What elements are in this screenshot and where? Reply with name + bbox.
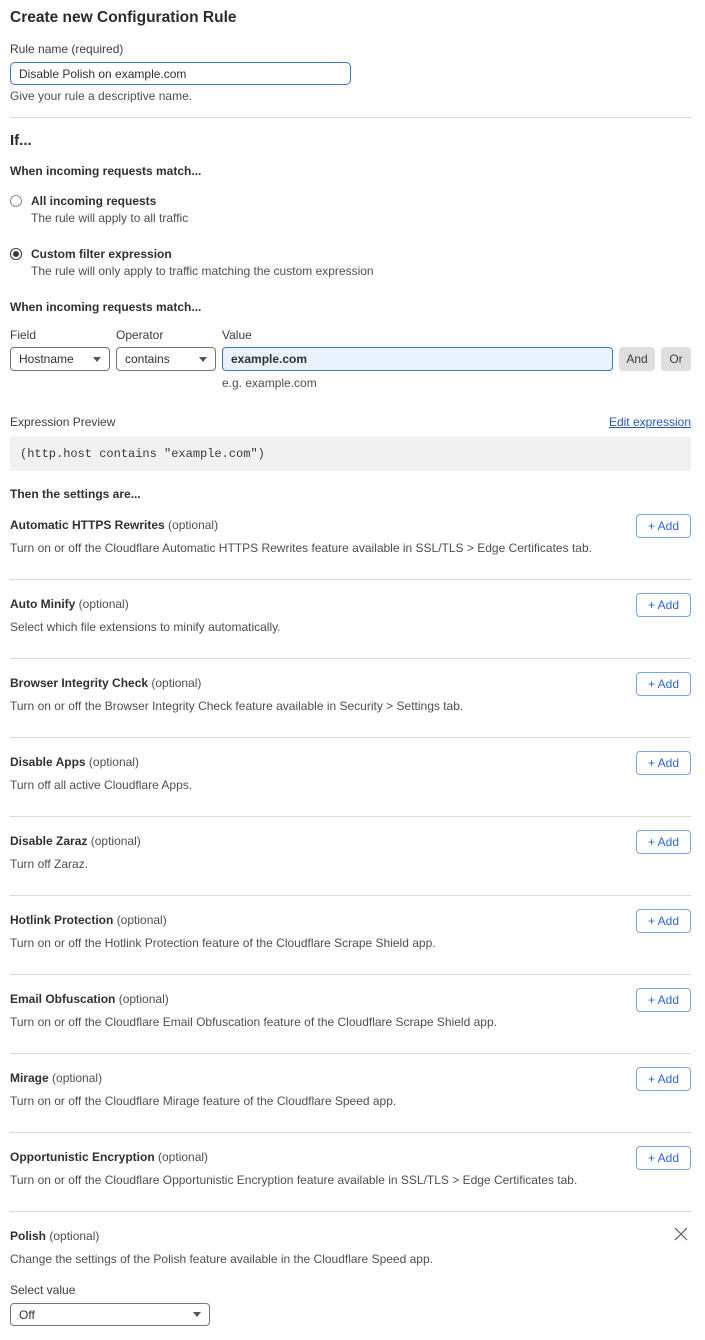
add-opportunistic-encryption-button[interactable]: + Add	[636, 1146, 691, 1170]
value-label: Value	[222, 328, 613, 342]
polish-value-select[interactable]: Off	[10, 1303, 210, 1326]
setting-description: Turn off all active Cloudflare Apps.	[10, 778, 691, 792]
and-button[interactable]: And	[619, 347, 655, 371]
setting-description: Turn on or off the Cloudflare Mirage fea…	[10, 1094, 691, 1108]
setting-description: Change the settings of the Polish featur…	[10, 1252, 691, 1266]
optional-label: (optional)	[168, 518, 218, 532]
setting-title: Auto Minify	[10, 597, 75, 611]
optional-label: (optional)	[79, 597, 129, 611]
setting-title: Email Obfuscation	[10, 992, 115, 1006]
optional-label: (optional)	[151, 676, 201, 690]
radio-unselected-icon[interactable]	[10, 195, 22, 207]
rule-name-label: Rule name (required)	[10, 42, 691, 56]
expression-preview-code: (http.host contains "example.com")	[10, 437, 691, 471]
operator-select[interactable]: contains	[116, 347, 216, 371]
optional-label: (optional)	[117, 913, 167, 927]
setting-description: Turn on or off the Browser Integrity Che…	[10, 699, 691, 713]
close-icon	[674, 1227, 688, 1241]
optional-label: (optional)	[49, 1229, 99, 1243]
add-automatic-https-rewrites-button[interactable]: + Add	[636, 514, 691, 538]
field-select[interactable]: Hostname	[10, 347, 110, 371]
match-type-radio-group: All incoming requests The rule will appl…	[10, 194, 691, 278]
polish-select-label: Select value	[10, 1283, 691, 1297]
setting-description: Turn on or off the Cloudflare Opportunis…	[10, 1173, 691, 1187]
setting-automatic-https-rewrites: Automatic HTTPS Rewrites (optional) Turn…	[10, 501, 691, 580]
operator-select-value: contains	[125, 352, 170, 366]
setting-description: Turn on or off the Hotlink Protection fe…	[10, 936, 691, 950]
optional-label: (optional)	[52, 1071, 102, 1085]
add-browser-integrity-check-button[interactable]: + Add	[636, 672, 691, 696]
field-select-value: Hostname	[19, 352, 74, 366]
expression-builder-row: Field Operator Value Hostname contains A…	[10, 328, 691, 390]
add-email-obfuscation-button[interactable]: + Add	[636, 988, 691, 1012]
setting-browser-integrity-check: Browser Integrity Check (optional) Turn …	[10, 659, 691, 738]
add-auto-minify-button[interactable]: + Add	[636, 593, 691, 617]
setting-title: Opportunistic Encryption	[10, 1150, 155, 1164]
or-button[interactable]: Or	[661, 347, 691, 371]
remove-polish-button[interactable]	[673, 1227, 689, 1243]
then-settings-label: Then the settings are...	[10, 487, 691, 501]
setting-title: Browser Integrity Check	[10, 676, 148, 690]
value-help: e.g. example.com	[222, 376, 613, 390]
setting-disable-zaraz: Disable Zaraz (optional) Turn off Zaraz.…	[10, 817, 691, 896]
setting-title: Disable Zaraz	[10, 834, 87, 848]
setting-description: Select which file extensions to minify a…	[10, 620, 691, 634]
radio-all-incoming-requests[interactable]: All incoming requests The rule will appl…	[10, 194, 691, 225]
setting-mirage: Mirage (optional) Turn on or off the Clo…	[10, 1054, 691, 1133]
add-mirage-button[interactable]: + Add	[636, 1067, 691, 1091]
if-heading: If...	[10, 132, 691, 149]
radio-all-label: All incoming requests	[31, 194, 188, 208]
radio-custom-desc: The rule will only apply to traffic matc…	[31, 264, 374, 278]
edit-expression-link[interactable]: Edit expression	[609, 415, 691, 429]
setting-disable-apps: Disable Apps (optional) Turn off all act…	[10, 738, 691, 817]
add-hotlink-protection-button[interactable]: + Add	[636, 909, 691, 933]
operator-label: Operator	[116, 328, 216, 342]
chevron-down-icon	[193, 1312, 201, 1317]
rule-name-help: Give your rule a descriptive name.	[10, 89, 691, 103]
setting-description: Turn on or off the Cloudflare Automatic …	[10, 541, 691, 555]
optional-label: (optional)	[89, 755, 139, 769]
radio-custom-filter-expression[interactable]: Custom filter expression The rule will o…	[10, 247, 691, 278]
setting-title: Hotlink Protection	[10, 913, 113, 927]
radio-all-desc: The rule will apply to all traffic	[31, 211, 188, 225]
radio-custom-label: Custom filter expression	[31, 247, 374, 261]
setting-title: Automatic HTTPS Rewrites	[10, 518, 165, 532]
rule-name-group: Rule name (required) Give your rule a de…	[10, 42, 691, 103]
setting-title: Mirage	[10, 1071, 49, 1085]
polish-select-value: Off	[19, 1308, 35, 1322]
setting-title: Disable Apps	[10, 755, 86, 769]
setting-description: Turn on or off the Cloudflare Email Obfu…	[10, 1015, 691, 1029]
chevron-down-icon	[93, 357, 101, 362]
setting-title: Polish	[10, 1229, 46, 1243]
rule-name-input[interactable]	[10, 62, 351, 85]
setting-email-obfuscation: Email Obfuscation (optional) Turn on or …	[10, 975, 691, 1054]
setting-hotlink-protection: Hotlink Protection (optional) Turn on or…	[10, 896, 691, 975]
divider	[10, 117, 691, 118]
value-input[interactable]	[222, 347, 613, 371]
expression-preview-label: Expression Preview	[10, 415, 115, 429]
optional-label: (optional)	[91, 834, 141, 848]
setting-polish: Polish (optional) Change the settings of…	[10, 1212, 691, 1326]
setting-description: Turn off Zaraz.	[10, 857, 691, 871]
chevron-down-icon	[199, 357, 207, 362]
expression-preview-header: Expression Preview Edit expression	[10, 415, 691, 429]
setting-opportunistic-encryption: Opportunistic Encryption (optional) Turn…	[10, 1133, 691, 1212]
match-label-1: When incoming requests match...	[10, 164, 691, 178]
match-label-2: When incoming requests match...	[10, 300, 691, 314]
page-title: Create new Configuration Rule	[10, 9, 691, 27]
add-disable-apps-button[interactable]: + Add	[636, 751, 691, 775]
add-disable-zaraz-button[interactable]: + Add	[636, 830, 691, 854]
create-configuration-rule-form: Create new Configuration Rule Rule name …	[0, 0, 705, 1340]
radio-selected-icon[interactable]	[10, 248, 22, 260]
optional-label: (optional)	[158, 1150, 208, 1164]
field-label: Field	[10, 328, 110, 342]
setting-auto-minify: Auto Minify (optional) Select which file…	[10, 580, 691, 659]
optional-label: (optional)	[119, 992, 169, 1006]
